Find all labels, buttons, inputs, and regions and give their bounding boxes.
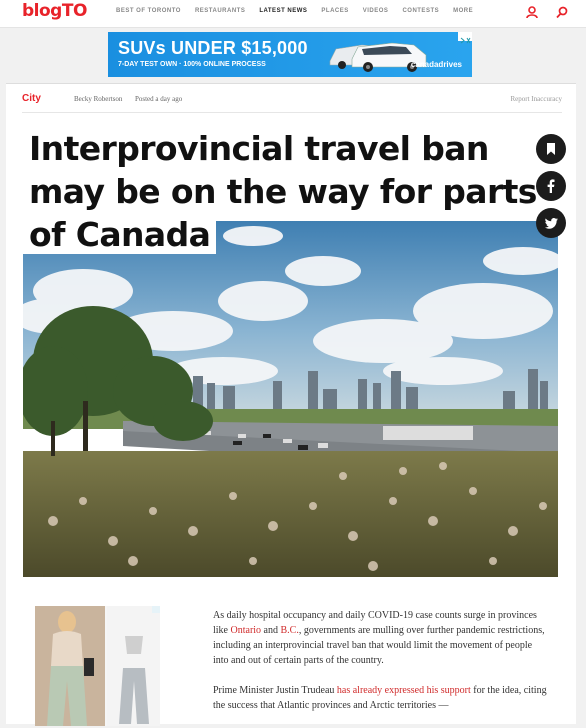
facebook-share-button[interactable]: [536, 171, 566, 201]
article-title: Interprovincial travel ban may be on the…: [23, 127, 543, 256]
divider: [22, 112, 562, 113]
author-link[interactable]: Becky Robertson: [74, 95, 122, 103]
site-logo[interactable]: blogTO: [22, 1, 87, 21]
twitter-share-button[interactable]: [536, 208, 566, 238]
bookmark-icon: [547, 143, 555, 155]
search-icon[interactable]: [556, 6, 568, 19]
ad-brand: canadadrives: [410, 60, 462, 69]
category-link[interactable]: City: [22, 93, 41, 104]
top-navigation-bar: blogTO BEST OF TORONTO RESTAURANTS LATES…: [0, 0, 586, 28]
nav-icons: [526, 6, 568, 19]
article-body: As daily hospital occupancy and daily CO…: [213, 608, 548, 728]
nav-item-videos[interactable]: VIDEOS: [363, 8, 389, 14]
main-nav: BEST OF TORONTO RESTAURANTS LATEST NEWS …: [116, 8, 487, 14]
nav-item-more[interactable]: MORE: [453, 8, 473, 14]
user-icon[interactable]: [526, 6, 538, 19]
link-ontario[interactable]: Ontario: [231, 625, 262, 636]
nav-item-restaurants[interactable]: RESTAURANTS: [195, 8, 245, 14]
facebook-icon: [547, 179, 555, 193]
ad-headline: SUVs UNDER $15,000: [118, 38, 308, 58]
twitter-icon: [544, 217, 558, 229]
article-meta: City Becky Robertson Posted a day ago Re…: [22, 93, 562, 107]
ad-subline: 7-DAY TEST OWN · 100% ONLINE PROCESS: [118, 61, 266, 68]
nav-item-latest-news[interactable]: LATEST NEWS: [259, 8, 307, 14]
hero-image: [23, 221, 558, 577]
banner-ad[interactable]: SUVs UNDER $15,000 7-DAY TEST OWN · 100%…: [108, 32, 472, 77]
report-inaccuracy-link[interactable]: Report Inaccuracy: [511, 95, 563, 103]
posted-time: Posted a day ago: [135, 95, 183, 103]
nav-item-contests[interactable]: CONTESTS: [402, 8, 439, 14]
link-expressed-support[interactable]: has already expressed his support: [337, 685, 471, 696]
paragraph-1: As daily hospital occupancy and daily CO…: [213, 610, 545, 666]
link-bc[interactable]: B.C.: [281, 625, 299, 636]
sidebar-ad[interactable]: [35, 606, 160, 726]
bookmark-button[interactable]: [536, 134, 566, 164]
paragraph-2: Prime Minister Justin Trudeau has alread…: [213, 685, 547, 711]
article: City Becky Robertson Posted a day ago Re…: [6, 83, 576, 726]
ad-close-icon[interactable]: [458, 32, 472, 44]
nav-item-best-of-toronto[interactable]: BEST OF TORONTO: [116, 8, 181, 14]
nav-item-places[interactable]: PLACES: [321, 8, 348, 14]
